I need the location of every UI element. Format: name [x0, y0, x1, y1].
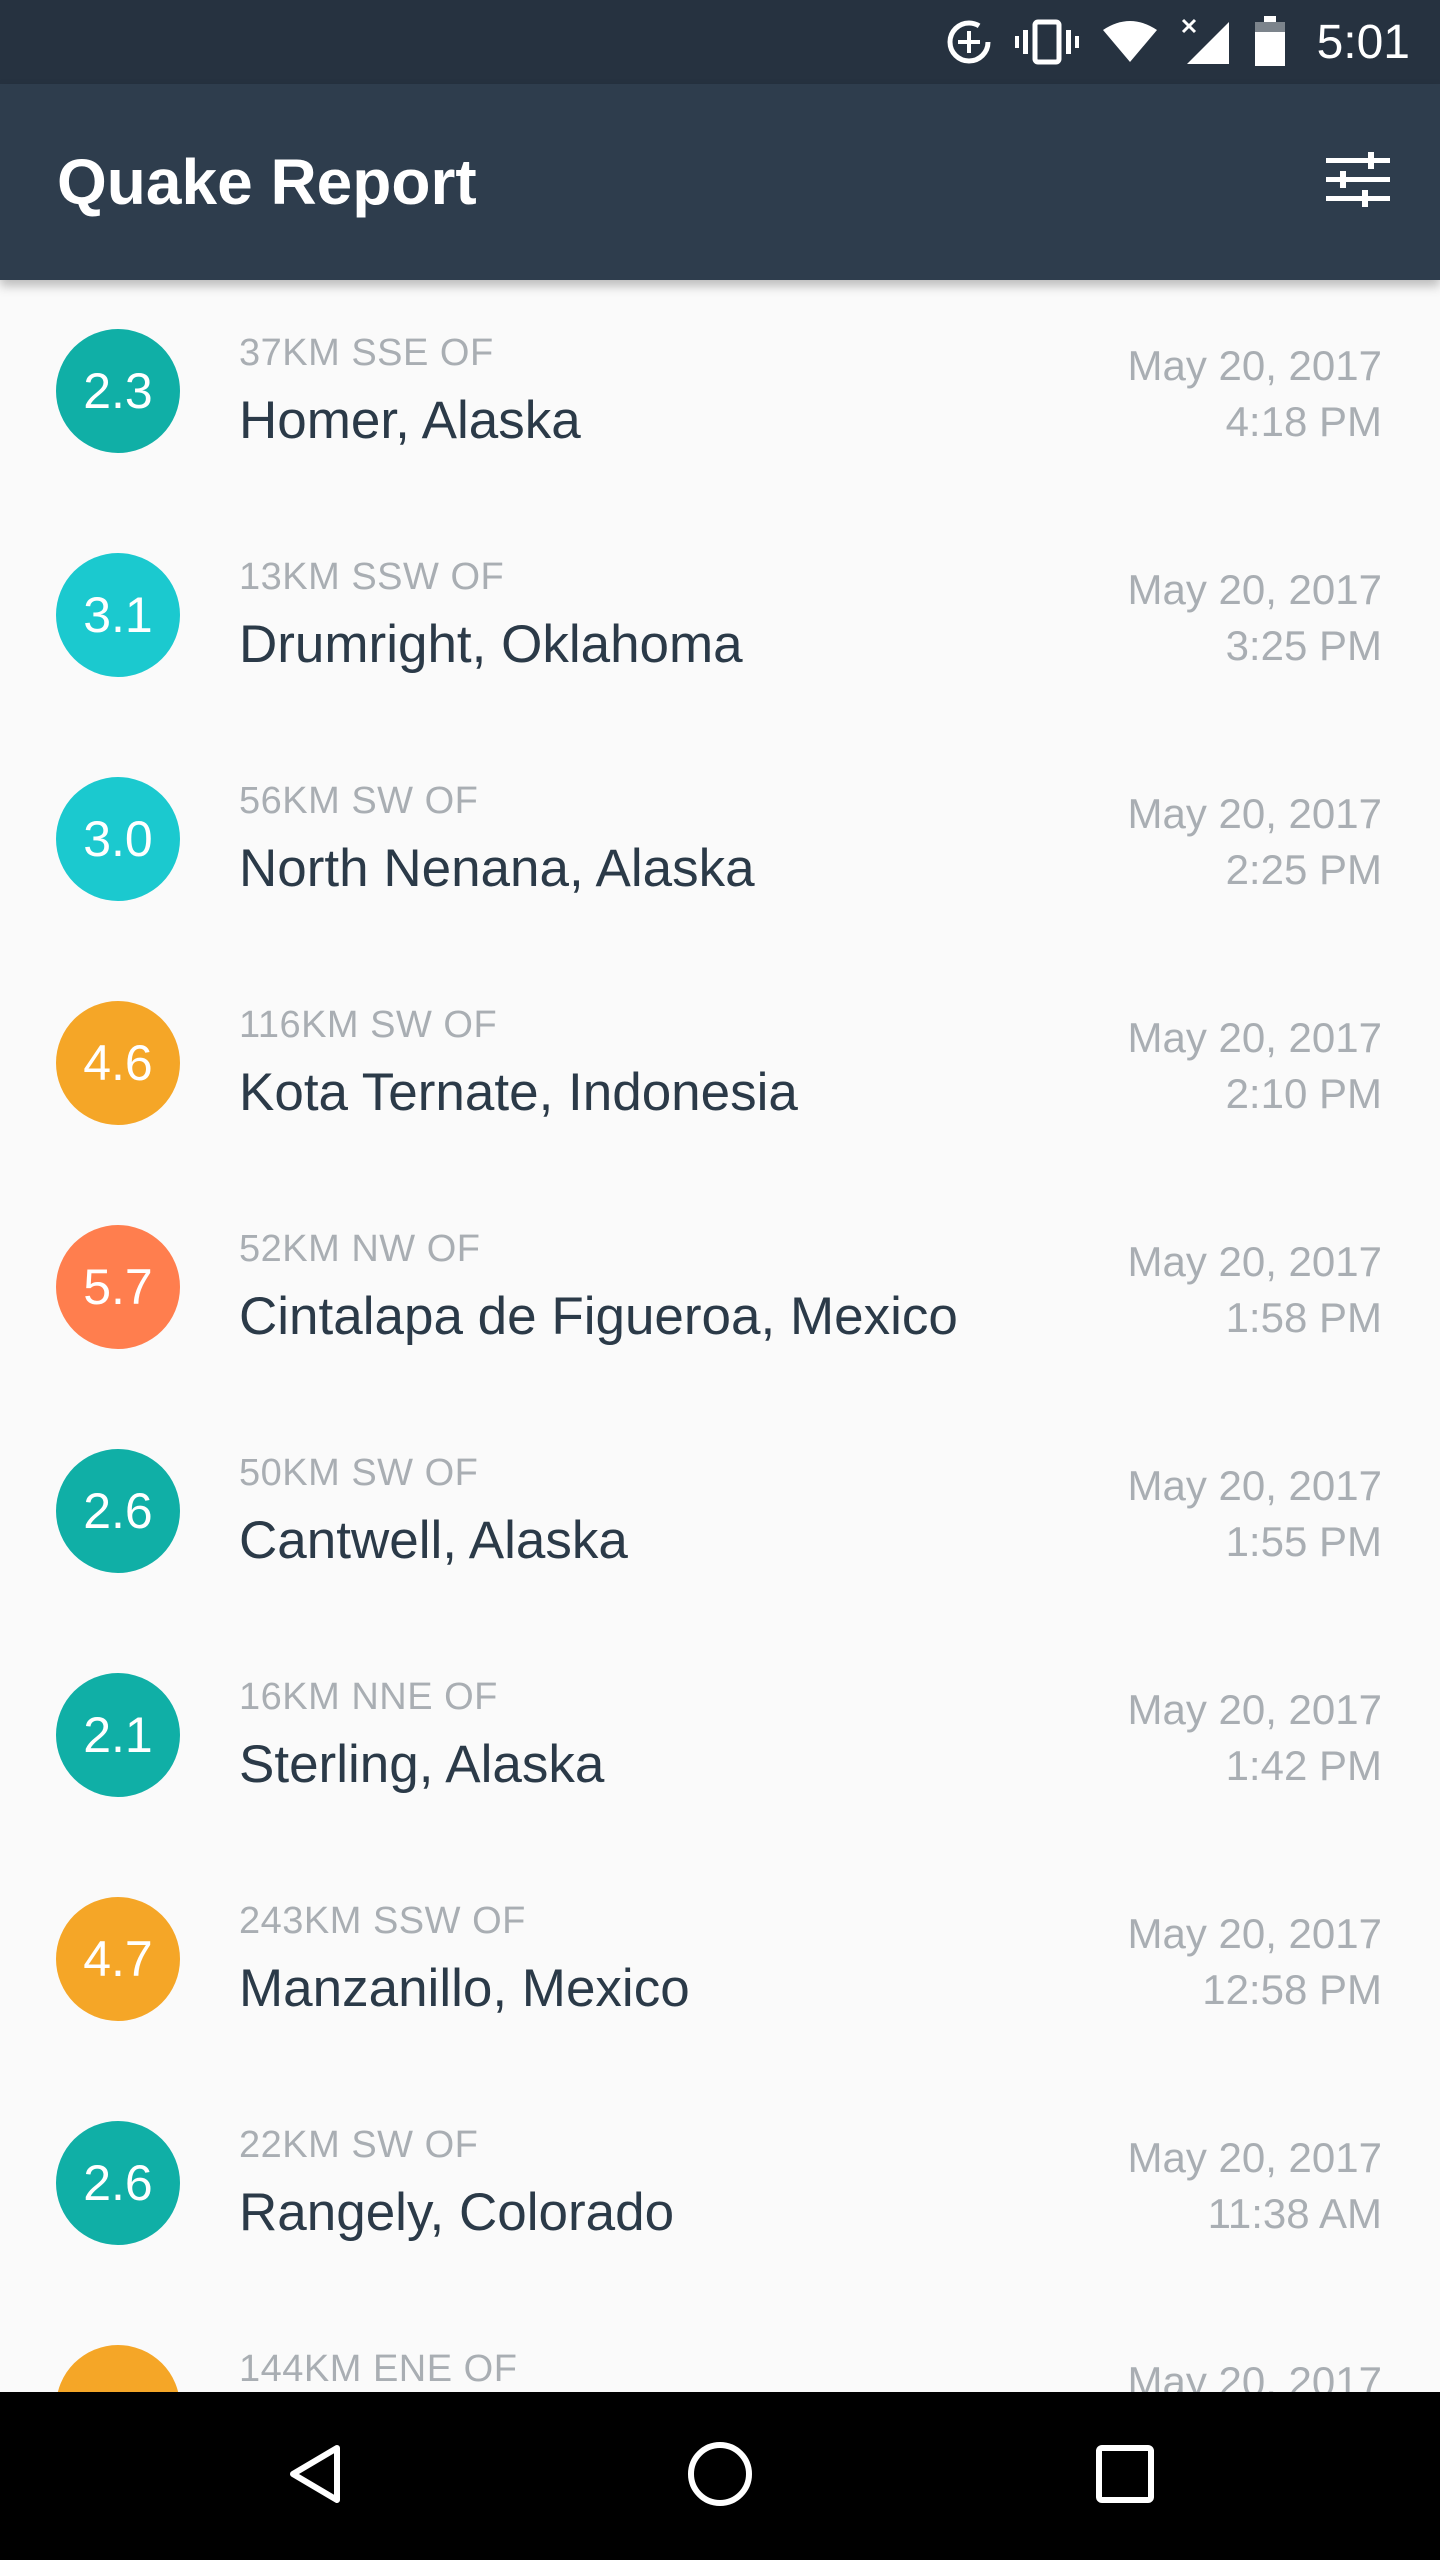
list-item[interactable]: 3.1 13KM SSW OF Drumright, Oklahoma May …	[0, 504, 1440, 728]
time: 2:10 PM	[1225, 1070, 1382, 1117]
date: May 20, 2017	[1127, 1014, 1382, 1061]
home-button[interactable]	[680, 2436, 760, 2516]
no-signal-icon	[1181, 18, 1231, 66]
navigation-bar	[0, 2392, 1440, 2560]
date: May 20, 2017	[1127, 566, 1382, 613]
list-item[interactable]: 3.0 56KM SW OF North Nenana, Alaska May …	[0, 728, 1440, 952]
back-triangle-icon	[285, 2442, 345, 2511]
recents-square-icon	[1095, 2444, 1155, 2509]
recents-button[interactable]	[1085, 2436, 1165, 2516]
location-offset: 52KM NW OF	[239, 1228, 481, 1270]
magnitude-circle: 2.3	[56, 329, 180, 453]
location-offset: 116KM SW OF	[239, 1004, 498, 1046]
magnitude-circle: 3.0	[56, 777, 180, 901]
wifi-icon	[1101, 18, 1159, 66]
app-title: Quake Report	[57, 146, 477, 218]
magnitude-circle: 2.6	[56, 2121, 180, 2245]
list-item[interactable]: 2.3 37KM SSE OF Homer, Alaska May 20, 20…	[0, 280, 1440, 504]
magnitude-circle: 4.6	[56, 1001, 180, 1125]
location-offset: 22KM SW OF	[239, 2124, 479, 2166]
list-item[interactable]: 2.6 22KM SW OF Rangely, Colorado May 20,…	[0, 2072, 1440, 2296]
primary-location: Drumright, Oklahoma	[239, 615, 743, 674]
date: May 20, 2017	[1127, 790, 1382, 837]
list-item[interactable]: 4.6 116KM SW OF Kota Ternate, Indonesia …	[0, 952, 1440, 1176]
magnitude-circle: 2.6	[56, 1449, 180, 1573]
data-saver-icon	[945, 18, 993, 66]
primary-location: North Nenana, Alaska	[239, 839, 755, 898]
earthquake-list[interactable]: 2.3 37KM SSE OF Homer, Alaska May 20, 20…	[0, 280, 1440, 2392]
primary-location: Rangely, Colorado	[239, 2183, 675, 2242]
magnitude-circle: 2.1	[56, 1673, 180, 1797]
time: 12:58 PM	[1202, 1966, 1382, 2013]
time: 1:55 PM	[1225, 1518, 1382, 1565]
date: May 20, 2017	[1127, 1238, 1382, 1285]
app-bar: Quake Report	[0, 84, 1440, 280]
primary-location: Cintalapa de Figueroa, Mexico	[239, 1287, 958, 1346]
time: 4:18 PM	[1225, 398, 1382, 445]
location-offset: 50KM SW OF	[239, 1452, 479, 1494]
date: May 20, 2017	[1127, 1686, 1382, 1733]
primary-location: Manzanillo, Mexico	[239, 1959, 690, 2018]
time: 3:25 PM	[1225, 622, 1382, 669]
location-offset: 13KM SSW OF	[239, 556, 505, 598]
magnitude-circle: 4.7	[56, 1897, 180, 2021]
filter-settings-button[interactable]	[1316, 140, 1400, 224]
status-bar: 5:01	[0, 0, 1440, 84]
primary-location: Sterling, Alaska	[239, 1735, 605, 1794]
time: 2:25 PM	[1225, 846, 1382, 893]
status-icons: 5:01	[945, 0, 1410, 84]
magnitude-circle: 5.7	[56, 1225, 180, 1349]
location-offset: 144KM ENE OF	[239, 2348, 518, 2390]
list-item[interactable]: 4.7 243KM SSW OF Manzanillo, Mexico May …	[0, 1848, 1440, 2072]
magnitude-circle: 3.1	[56, 553, 180, 677]
location-offset: 56KM SW OF	[239, 780, 479, 822]
date: May 20, 2017	[1127, 1910, 1382, 1957]
date: May 20, 2017	[1127, 1462, 1382, 1509]
date: May 20, 2017	[1127, 342, 1382, 389]
primary-location: Homer, Alaska	[239, 391, 581, 450]
primary-location: Cantwell, Alaska	[239, 1511, 628, 1570]
location-offset: 37KM SSE OF	[239, 332, 494, 374]
location-offset: 16KM NNE OF	[239, 1676, 498, 1718]
battery-icon	[1253, 16, 1287, 68]
magnitude-circle	[56, 2345, 180, 2392]
vibrate-icon	[1014, 18, 1079, 66]
status-time: 5:01	[1316, 15, 1410, 69]
home-circle-icon	[687, 2441, 753, 2512]
back-button[interactable]	[275, 2436, 355, 2516]
location-offset: 243KM SSW OF	[239, 1900, 526, 1942]
date: May 20, 2017	[1127, 2358, 1382, 2392]
time: 1:42 PM	[1225, 1742, 1382, 1789]
list-item[interactable]: 2.1 16KM NNE OF Sterling, Alaska May 20,…	[0, 1624, 1440, 1848]
time: 1:58 PM	[1225, 1294, 1382, 1341]
list-item[interactable]: 2.6 50KM SW OF Cantwell, Alaska May 20, …	[0, 1400, 1440, 1624]
list-item[interactable]: 144KM ENE OF May 20, 2017	[0, 2296, 1440, 2392]
date: May 20, 2017	[1127, 2134, 1382, 2181]
time: 11:38 AM	[1207, 2190, 1382, 2237]
tune-icon	[1326, 151, 1390, 213]
primary-location: Kota Ternate, Indonesia	[239, 1063, 798, 1122]
list-item[interactable]: 5.7 52KM NW OF Cintalapa de Figueroa, Me…	[0, 1176, 1440, 1400]
